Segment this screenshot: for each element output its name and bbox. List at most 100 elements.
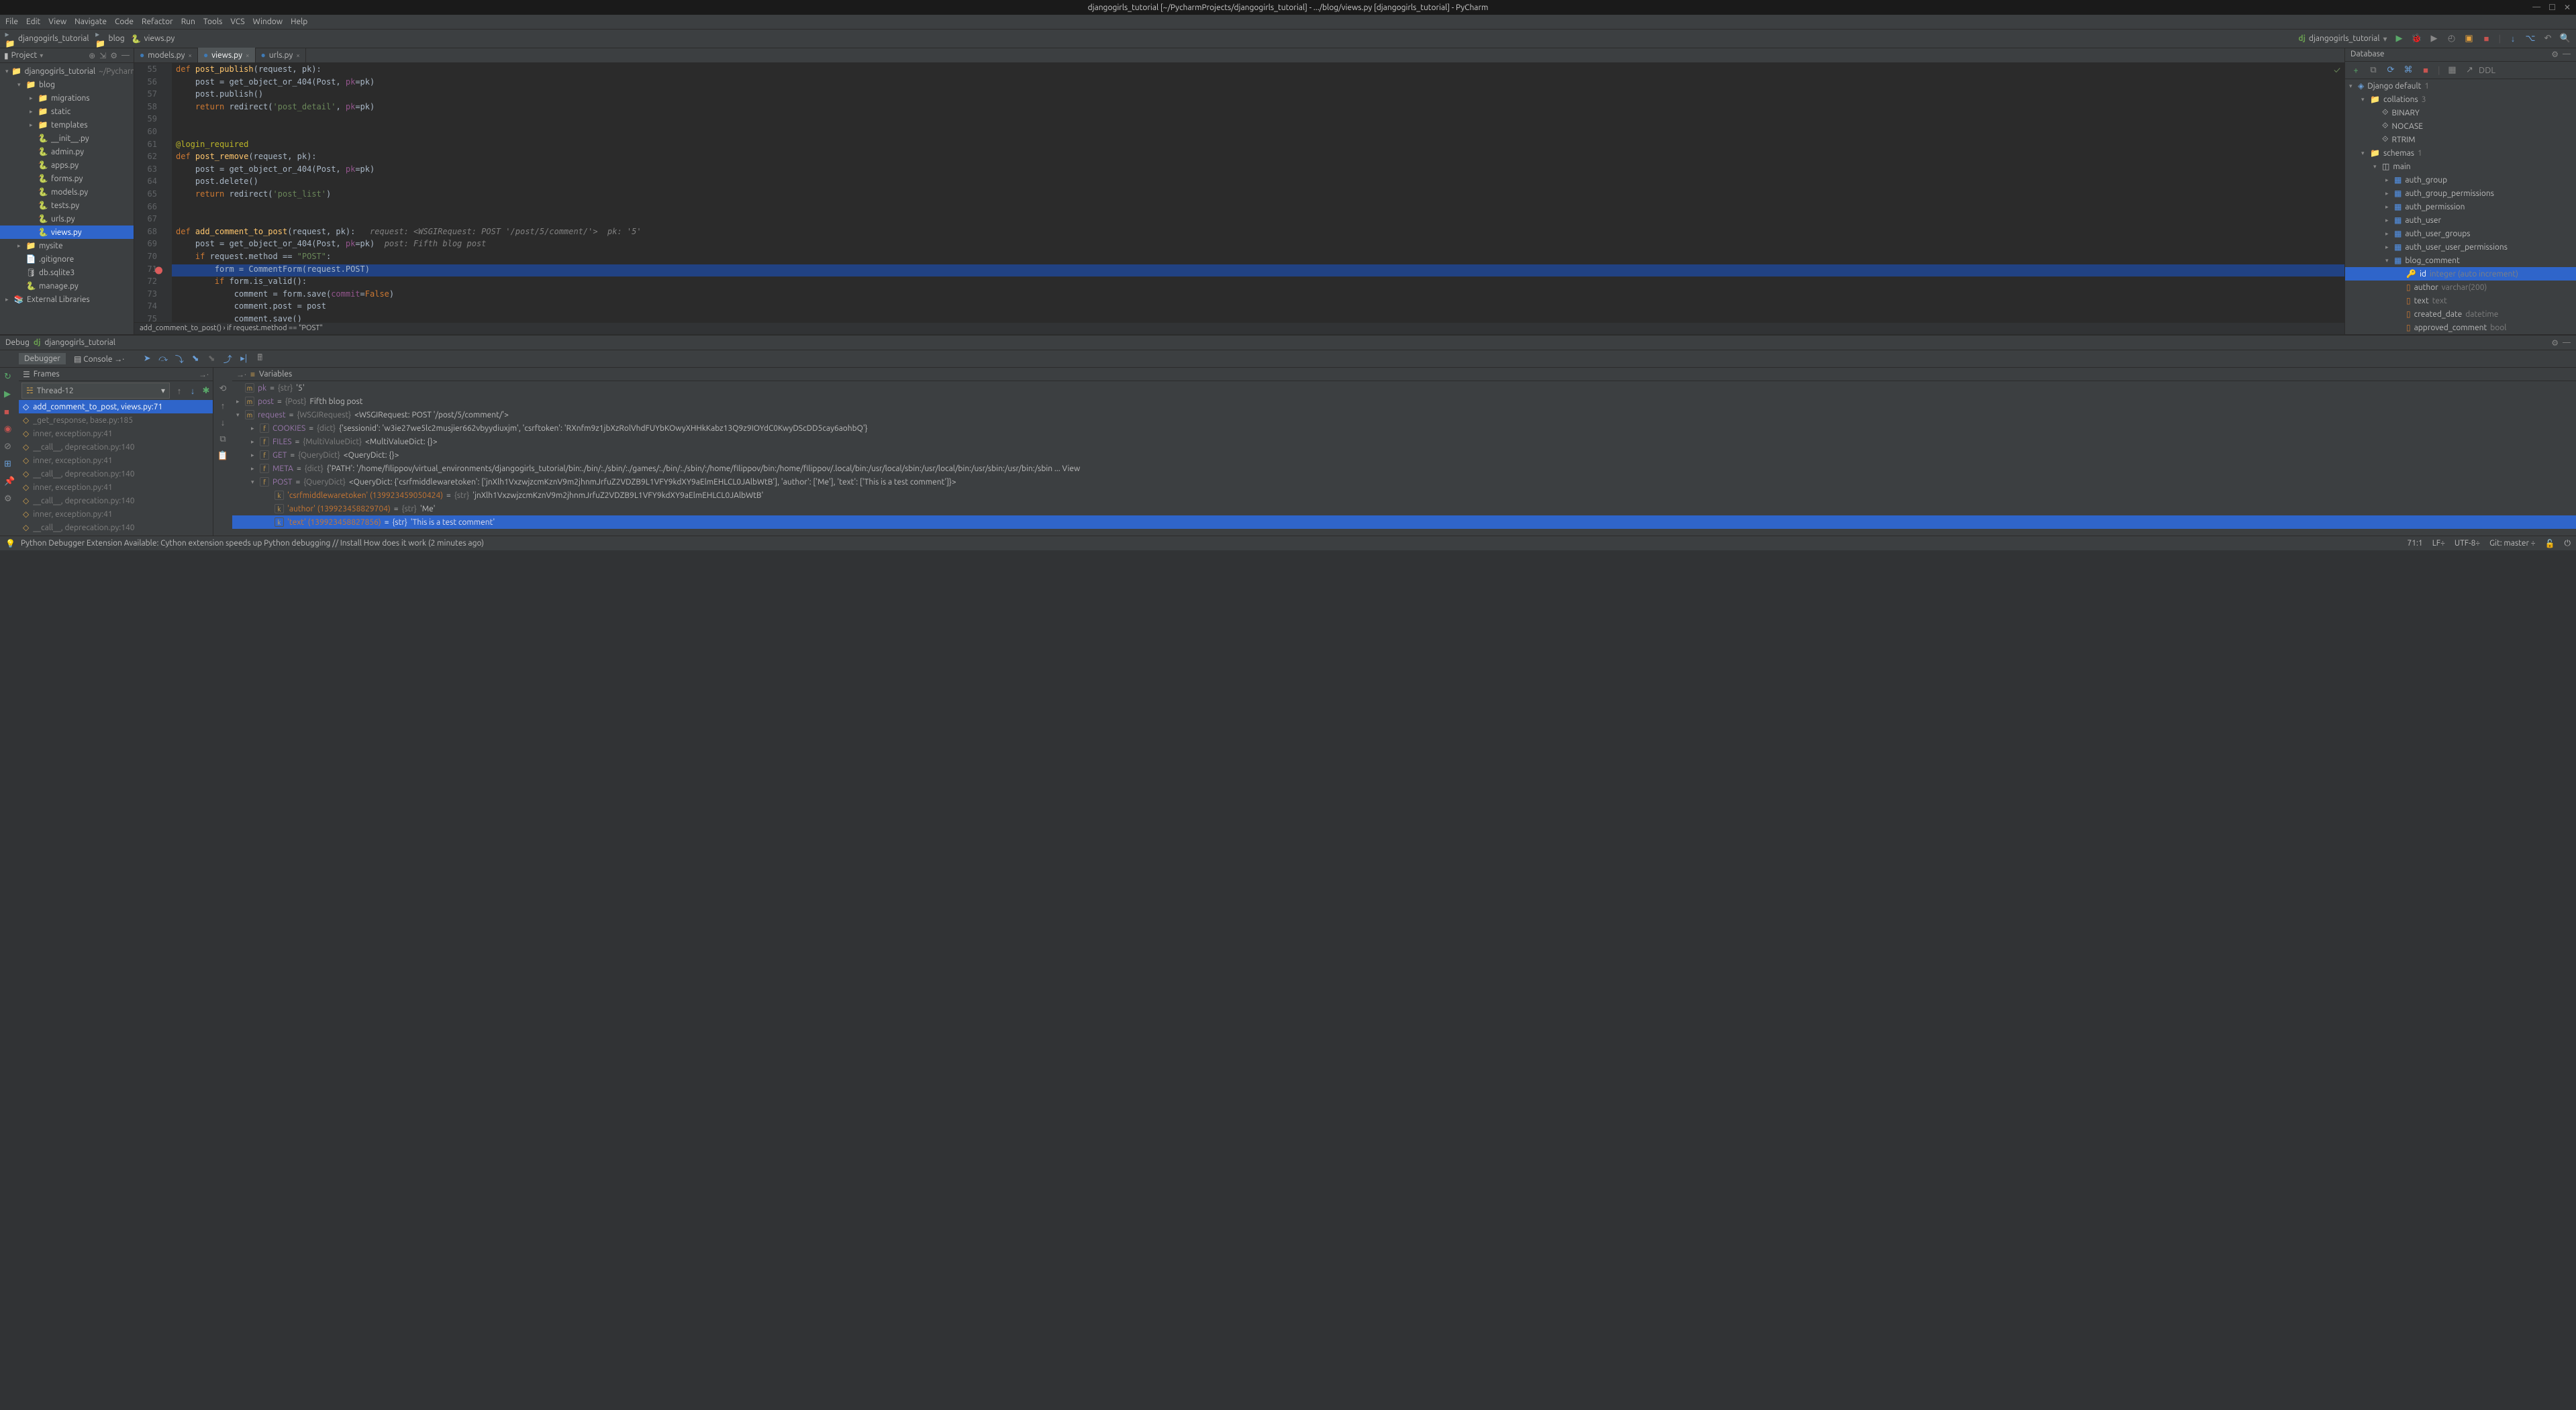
- twistie-icon[interactable]: ▸: [30, 108, 35, 115]
- resume-icon[interactable]: ▶: [4, 389, 15, 400]
- db-node[interactable]: ▯author varchar(200): [2345, 281, 2576, 294]
- hide-icon[interactable]: —: [121, 51, 130, 60]
- twistie-icon[interactable]: ▾: [251, 479, 256, 486]
- twistie-icon[interactable]: ▸: [2385, 190, 2391, 197]
- tree-node[interactable]: 🐍apps.py: [0, 158, 134, 172]
- variable-row[interactable]: k'csrfmiddlewaretoken' (139923459050424)…: [232, 489, 2576, 502]
- revert-icon[interactable]: ↶: [2542, 34, 2553, 44]
- frame-row[interactable]: ◇inner, exception.py:41: [19, 427, 213, 440]
- menu-tools[interactable]: Tools: [203, 17, 223, 26]
- variable-row[interactable]: mpk = {str} '5': [232, 381, 2576, 395]
- db-dup-icon[interactable]: ⧉: [2368, 65, 2379, 76]
- collapse-icon[interactable]: ⇲: [99, 51, 106, 60]
- editor-tab[interactable]: ●views.py×: [198, 48, 256, 62]
- menu-vcs[interactable]: VCS: [230, 17, 244, 26]
- frame-up-icon[interactable]: ↑: [172, 386, 186, 396]
- profile-icon[interactable]: ◴: [2446, 34, 2457, 44]
- debug-layout-icon[interactable]: ⊞: [4, 459, 15, 470]
- twistie-icon[interactable]: ▾: [17, 81, 23, 89]
- tree-node[interactable]: ▸📁migrations: [0, 91, 134, 105]
- tree-node[interactable]: 🐍urls.py: [0, 212, 134, 225]
- variable-row[interactable]: ▾fPOST = {QueryDict} <QueryDict: {'csrfm…: [232, 475, 2576, 489]
- debug-settings-icon[interactable]: ⚙: [2551, 338, 2559, 348]
- db-jump-icon[interactable]: ↗: [2465, 65, 2475, 76]
- thread-selector[interactable]: ☵ Thread-12 ▾: [21, 383, 170, 399]
- view-bps-icon[interactable]: ◉: [4, 424, 15, 435]
- twistie-icon[interactable]: ▸: [251, 465, 256, 472]
- update-icon[interactable]: ↓: [2508, 34, 2518, 44]
- tree-node[interactable]: 🐍tests.py: [0, 199, 134, 212]
- database-tree[interactable]: ▾◈Django default 1▾📁collations 3⟐BINARY⟐…: [2345, 79, 2576, 334]
- twistie-icon[interactable]: ▾: [236, 411, 242, 419]
- copy-stack-icon[interactable]: ⧉: [219, 434, 226, 444]
- frame-row[interactable]: ◇inner, exception.py:41: [19, 507, 213, 521]
- run-config-selector[interactable]: dj djangogirls_tutorial ▾: [2298, 34, 2387, 44]
- frame-row[interactable]: ◇inner, exception.py:41: [19, 481, 213, 494]
- minimize-icon[interactable]: —: [2532, 3, 2540, 12]
- db-node[interactable]: ▸▦auth_user_groups: [2345, 227, 2576, 240]
- twistie-icon[interactable]: ▾: [2361, 96, 2367, 103]
- close-tab-icon[interactable]: ×: [246, 52, 250, 59]
- close-tab-icon[interactable]: ×: [296, 52, 300, 59]
- run-to-cursor-icon[interactable]: ▸|: [237, 352, 250, 366]
- step-into-icon[interactable]: ⤵: [172, 352, 186, 366]
- db-node[interactable]: 🔑id integer (auto increment): [2345, 267, 2576, 281]
- frame-row[interactable]: ◇__call__, deprecation.py:140: [19, 467, 213, 481]
- twistie-icon[interactable]: ▸: [251, 438, 256, 446]
- status-item-0[interactable]: 71:1: [2407, 539, 2422, 548]
- frames-down-icon[interactable]: ↓: [221, 417, 226, 427]
- db-node[interactable]: ▸▦auth_group: [2345, 173, 2576, 187]
- variables-tree[interactable]: mpk = {str} '5'▸mpost = {Post} Fifth blo…: [232, 381, 2576, 536]
- breadcrumb-item[interactable]: ▸📁djangogirls_tutorial: [5, 34, 89, 44]
- rerun-icon[interactable]: ↻: [4, 372, 15, 383]
- db-node[interactable]: ▾▦blog_comment: [2345, 254, 2576, 267]
- notification-icon[interactable]: 💡: [5, 539, 15, 548]
- db-node[interactable]: ⟐NOCASE: [2345, 119, 2576, 133]
- variable-row[interactable]: ▾mrequest = {WSGIRequest} <WSGIRequest: …: [232, 408, 2576, 421]
- twistie-icon[interactable]: ▸: [2385, 177, 2391, 184]
- db-node[interactable]: ▸▦auth_user_user_permissions: [2345, 240, 2576, 254]
- menu-refactor[interactable]: Refactor: [142, 17, 173, 26]
- debug-hide-icon[interactable]: —: [2563, 338, 2571, 348]
- twistie-icon[interactable]: ▾: [2373, 163, 2379, 170]
- tree-node[interactable]: 🐍admin.py: [0, 145, 134, 158]
- tree-node[interactable]: ▾📁djangogirls_tutorial ~/Pycharm: [0, 64, 134, 78]
- frames-up-icon[interactable]: ↑: [221, 401, 226, 411]
- debug-gear-icon[interactable]: ⚙: [4, 494, 15, 505]
- menu-help[interactable]: Help: [291, 17, 307, 26]
- variable-row[interactable]: ▸fMETA = {dict} {'PATH': '/home/filippov…: [232, 462, 2576, 475]
- twistie-icon[interactable]: ▸: [2385, 244, 2391, 251]
- twistie-icon[interactable]: ▾: [2385, 257, 2391, 264]
- menu-view[interactable]: View: [48, 17, 66, 26]
- frame-row[interactable]: ◇__call__, deprecation.py:140: [19, 521, 213, 534]
- tree-node[interactable]: ▸📚External Libraries: [0, 293, 134, 306]
- db-node[interactable]: ▸▦auth_permission: [2345, 200, 2576, 213]
- frame-row[interactable]: ◇inner, exception.py:41: [19, 454, 213, 467]
- frame-row[interactable]: ◇__call__, deprecation.py:140: [19, 440, 213, 454]
- step-into-my-icon[interactable]: ⬊: [189, 352, 202, 366]
- db-refresh-icon[interactable]: ⟳: [2385, 65, 2396, 76]
- maximize-icon[interactable]: ☐: [2548, 3, 2556, 12]
- twistie-icon[interactable]: ▸: [236, 398, 242, 405]
- stop-debug-icon[interactable]: ■: [4, 407, 15, 417]
- run-with-icon[interactable]: ▣: [2464, 34, 2475, 44]
- tree-node[interactable]: ▸📁static: [0, 105, 134, 118]
- db-node[interactable]: ▯approved_comment bool: [2345, 321, 2576, 334]
- force-step-icon[interactable]: ⬊: [205, 352, 218, 366]
- status-item-4[interactable]: 🔓: [2545, 539, 2555, 548]
- tree-node[interactable]: ▸📁templates: [0, 118, 134, 132]
- breadcrumb-item[interactable]: 🐍views.py: [132, 34, 175, 44]
- status-item-2[interactable]: UTF-8÷: [2455, 539, 2480, 548]
- db-settings-icon[interactable]: ⚙: [2551, 50, 2559, 60]
- project-tree[interactable]: ▾📁djangogirls_tutorial ~/Pycharm▾📁blog▸📁…: [0, 63, 134, 334]
- db-node[interactable]: ▯text text: [2345, 294, 2576, 307]
- db-node[interactable]: ▾📁collations 3: [2345, 93, 2576, 106]
- restore-layout-icon[interactable]: ⟲: [219, 384, 227, 394]
- frames-list[interactable]: ◇add_comment_to_post, views.py:71◇_get_r…: [19, 400, 213, 536]
- frame-row[interactable]: ◇add_comment_to_post, views.py:71: [19, 400, 213, 413]
- variable-row[interactable]: ▸fFILES = {MultiValueDict} <MultiValueDi…: [232, 435, 2576, 448]
- db-ddl-icon[interactable]: DDL: [2482, 65, 2493, 76]
- tree-node[interactable]: ▾📁blog: [0, 78, 134, 91]
- db-table-icon[interactable]: ▦: [2447, 65, 2458, 76]
- project-view-icon[interactable]: ▮: [4, 51, 9, 60]
